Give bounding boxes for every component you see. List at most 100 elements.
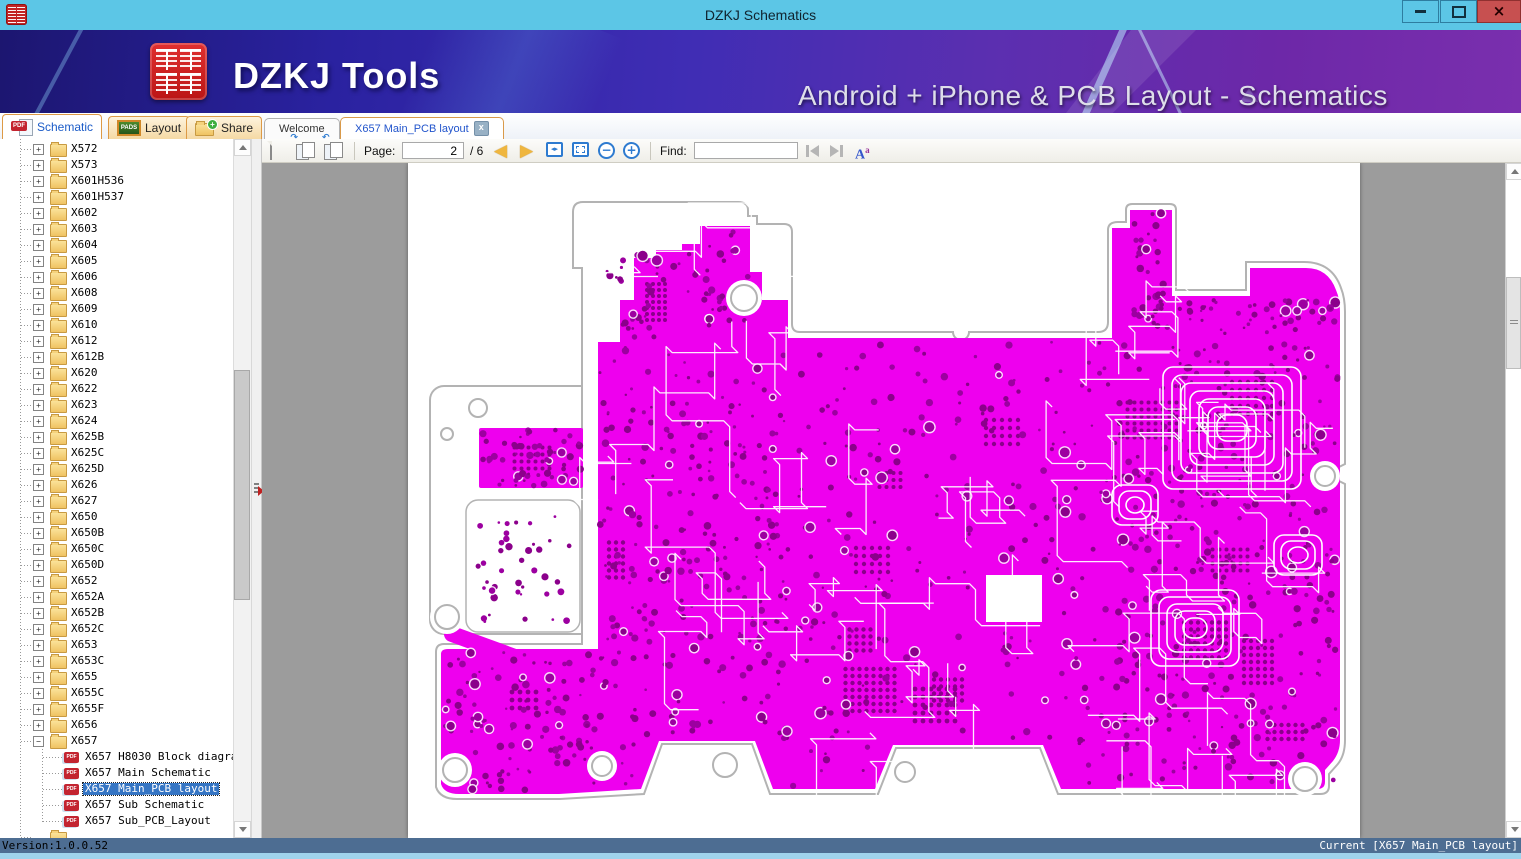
tree-item-X610[interactable]: + X610 [0, 317, 233, 333]
expand-toggle-icon[interactable]: + [33, 640, 44, 651]
tree-item-X652C[interactable]: + X652C [0, 621, 233, 637]
scroll-down-icon[interactable] [234, 821, 251, 838]
expand-toggle-icon[interactable]: + [33, 496, 44, 507]
tab-schematic[interactable]: PDF Schematic [2, 114, 103, 139]
tab-share[interactable]: + Share [186, 116, 263, 139]
tree-item-X626[interactable]: + X626 [0, 477, 233, 493]
tree-item-X650B[interactable]: + X650B [0, 525, 233, 541]
tree-item-X655[interactable]: + X655 [0, 669, 233, 685]
expand-toggle-icon[interactable]: + [33, 592, 44, 603]
single-page-icon[interactable] [267, 141, 272, 160]
expand-toggle-icon[interactable]: + [33, 176, 44, 187]
tree-item-X625B[interactable]: + X625B [0, 429, 233, 445]
tree-scrollbar[interactable] [233, 139, 251, 838]
viewer-scrollbar-thumb[interactable] [1506, 277, 1521, 369]
tree-item-X657-Sub_PCB_Layout[interactable]: PDF X657 Sub_PCB_Layout [0, 813, 233, 829]
tree-item-X624[interactable]: + X624 [0, 413, 233, 429]
expand-toggle-icon[interactable]: + [33, 320, 44, 331]
zoom-out-icon[interactable]: − [598, 142, 615, 159]
panel-splitter[interactable] [251, 139, 264, 838]
doc-tab-x657-main-pcb-layout[interactable]: X657 Main_PCB layout x [340, 117, 504, 139]
find-input[interactable] [694, 142, 798, 159]
tree-item-X652[interactable]: + X652 [0, 573, 233, 589]
tree-item-X601H537[interactable]: + X601H537 [0, 189, 233, 205]
tree-item-X650D[interactable]: + X650D [0, 557, 233, 573]
expand-toggle-icon[interactable]: + [33, 560, 44, 571]
pdf-canvas[interactable] [262, 163, 1521, 838]
tree-item-X620[interactable]: + X620 [0, 365, 233, 381]
close-button[interactable]: × [1477, 0, 1521, 23]
expand-toggle-icon[interactable]: + [33, 624, 44, 635]
zoom-in-icon[interactable]: + [623, 142, 640, 159]
tree-item-X609[interactable]: + X609 [0, 301, 233, 317]
tab-layout[interactable]: PADS Layout [108, 116, 191, 139]
tree-item-X572[interactable]: + X572 [0, 141, 233, 157]
tree-item-X657-Main-Schematic[interactable]: PDF X657 Main Schematic [0, 765, 233, 781]
tree-item-X655F[interactable]: + X655F [0, 701, 233, 717]
expand-toggle-icon[interactable]: + [33, 480, 44, 491]
expand-toggle-icon[interactable]: + [33, 208, 44, 219]
tree-item-X653[interactable]: + X653 [0, 637, 233, 653]
expand-toggle-icon[interactable]: + [33, 672, 44, 683]
maximize-button[interactable] [1440, 0, 1477, 23]
scroll-up-icon[interactable] [234, 139, 251, 156]
tree-item-X606[interactable]: + X606 [0, 269, 233, 285]
fit-width-icon[interactable]: ◂▸ [546, 142, 563, 157]
expand-toggle-icon[interactable]: + [33, 448, 44, 459]
tree-item-X650[interactable]: + X650 [0, 509, 233, 525]
next-page-icon[interactable]: ▶ [520, 142, 533, 159]
tree-item-X603[interactable]: + X603 [0, 221, 233, 237]
tree-item-X652A[interactable]: + X652A [0, 589, 233, 605]
expand-toggle-icon[interactable]: + [33, 400, 44, 411]
tree-item-X650C[interactable]: + X650C [0, 541, 233, 557]
expand-toggle-icon[interactable]: + [33, 464, 44, 475]
expand-toggle-icon[interactable]: + [33, 368, 44, 379]
tree-item-X657-H8030-Block-diagram[interactable]: PDF X657 H8030 Block diagram [0, 749, 244, 765]
find-previous-icon[interactable] [806, 145, 819, 157]
viewer-scrollbar[interactable] [1505, 163, 1521, 838]
expand-toggle-icon[interactable]: + [33, 160, 44, 171]
expand-toggle-icon[interactable]: + [33, 288, 44, 299]
expand-toggle-icon[interactable]: + [33, 576, 44, 587]
tree-item-X612B[interactable]: + X612B [0, 349, 233, 365]
previous-page-icon[interactable]: ◀ [494, 142, 507, 159]
tree-item-X657[interactable]: − X657 [0, 733, 233, 749]
minimize-button[interactable] [1402, 0, 1439, 23]
expand-toggle-icon[interactable]: + [33, 224, 44, 235]
tree-item-X622[interactable]: + X622 [0, 381, 233, 397]
expand-toggle-icon[interactable]: + [33, 688, 44, 699]
tree-item-X655C[interactable]: + X655C [0, 685, 233, 701]
scroll-down-icon[interactable] [1506, 821, 1521, 838]
tree-item-X657-Sub-Schematic[interactable]: PDF X657 Sub Schematic [0, 797, 233, 813]
collapse-toggle-icon[interactable]: − [33, 736, 44, 747]
expand-toggle-icon[interactable]: + [33, 544, 44, 555]
match-case-icon[interactable]: Aa [855, 142, 870, 164]
expand-toggle-icon[interactable]: + [33, 384, 44, 395]
expand-toggle-icon[interactable]: + [33, 192, 44, 203]
tree-item-X625D[interactable]: + X625D [0, 461, 233, 477]
tree-item-X653C[interactable]: + X653C [0, 653, 233, 669]
expand-toggle-icon[interactable]: + [33, 432, 44, 443]
tree-item-X657-Main_PCB-layout[interactable]: PDF X657 Main_PCB layout [0, 781, 233, 797]
tree-item-X602[interactable]: + X602 [0, 205, 233, 221]
expand-toggle-icon[interactable]: + [33, 416, 44, 427]
tab-close-icon[interactable]: x [473, 121, 489, 136]
tree-item-X652B[interactable]: + X652B [0, 605, 233, 621]
expand-toggle-icon[interactable]: + [33, 528, 44, 539]
expand-toggle-icon[interactable]: + [33, 656, 44, 667]
tree-item-X601H536[interactable]: + X601H536 [0, 173, 233, 189]
expand-toggle-icon[interactable]: + [33, 608, 44, 619]
tree-item-partial[interactable] [0, 829, 233, 838]
expand-toggle-icon[interactable]: + [33, 256, 44, 267]
expand-toggle-icon[interactable]: + [33, 144, 44, 155]
tree-item-X656[interactable]: + X656 [0, 717, 233, 733]
expand-toggle-icon[interactable]: + [33, 336, 44, 347]
expand-toggle-icon[interactable]: + [33, 512, 44, 523]
pdf-page[interactable] [408, 163, 1360, 838]
find-next-icon[interactable] [830, 145, 843, 157]
tree-item-X573[interactable]: + X573 [0, 157, 233, 173]
expand-toggle-icon[interactable]: + [33, 272, 44, 283]
tree-item-X608[interactable]: + X608 [0, 285, 233, 301]
tree-item-X604[interactable]: + X604 [0, 237, 233, 253]
fit-page-icon[interactable] [572, 142, 589, 157]
